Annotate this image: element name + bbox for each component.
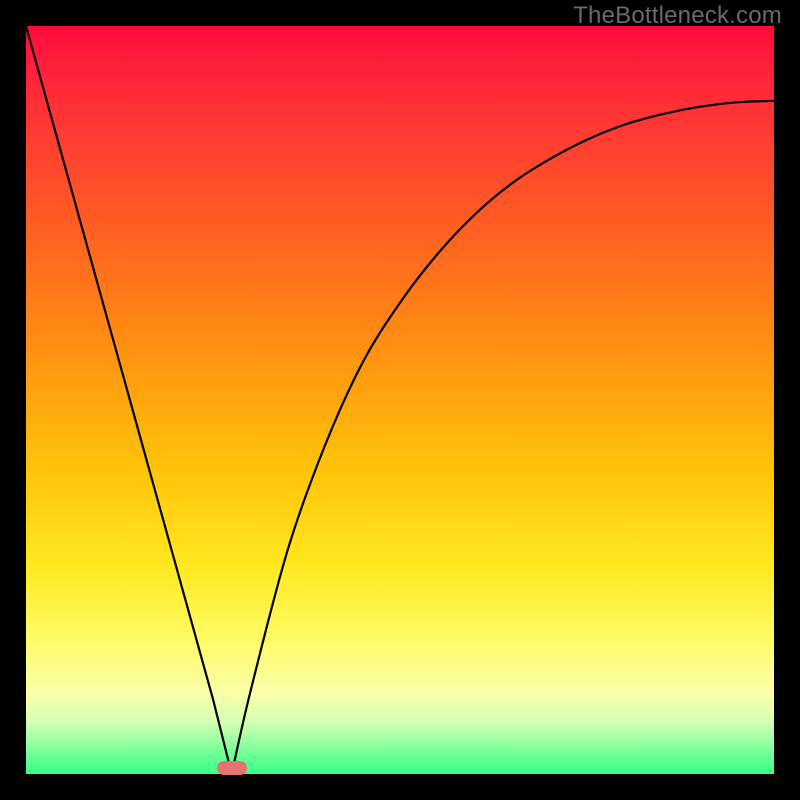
watermark-text: TheBottleneck.com <box>573 2 782 30</box>
chart-background-gradient <box>26 26 774 774</box>
minimum-marker <box>217 761 247 775</box>
